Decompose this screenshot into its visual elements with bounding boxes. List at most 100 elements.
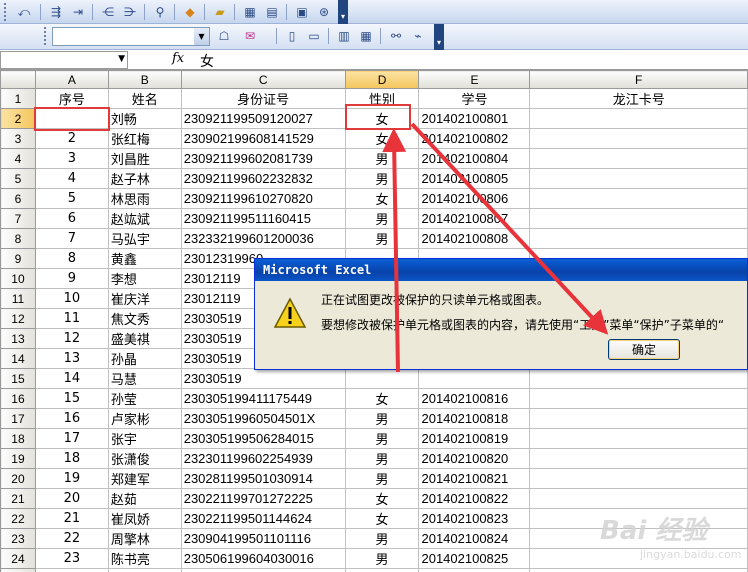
- row-header[interactable]: 19: [0, 448, 36, 469]
- cell-b[interactable]: 张宇: [107, 428, 182, 449]
- row-header[interactable]: 23: [0, 528, 36, 549]
- cell-c[interactable]: 23030519: [180, 368, 346, 389]
- row-header[interactable]: 1: [0, 88, 36, 109]
- row-header[interactable]: 7: [0, 208, 36, 229]
- header-cell[interactable]: 身份证号: [180, 88, 346, 109]
- row-header[interactable]: 14: [0, 348, 36, 369]
- cell-a[interactable]: 10: [34, 288, 109, 309]
- cell-b[interactable]: 孙晶: [107, 348, 182, 369]
- column-header[interactable]: B: [107, 70, 182, 89]
- toolbar-options-icon[interactable]: ▾: [434, 24, 444, 50]
- cell-a[interactable]: 9: [34, 268, 109, 289]
- column-header[interactable]: F: [529, 70, 748, 89]
- cell-a[interactable]: 5: [34, 188, 109, 209]
- cell-a[interactable]: 6: [34, 208, 109, 229]
- row-header[interactable]: 12: [0, 308, 36, 329]
- cell-f[interactable]: [529, 228, 748, 249]
- cell-c[interactable]: 232332199601200036: [180, 228, 346, 249]
- cell-d[interactable]: 男: [344, 448, 420, 469]
- cell-a[interactable]: 23: [34, 548, 109, 569]
- row-header[interactable]: 13: [0, 328, 36, 349]
- row-header[interactable]: 17: [0, 408, 36, 429]
- cell-e[interactable]: 2014021008​01: [418, 108, 531, 129]
- row-header[interactable]: 10: [0, 268, 36, 289]
- row-header[interactable]: 18: [0, 428, 36, 449]
- cell-a[interactable]: 13: [34, 348, 109, 369]
- header-cell[interactable]: 龙江卡号: [529, 88, 748, 109]
- cell-d[interactable]: [344, 368, 420, 389]
- cell-d[interactable]: 女: [344, 188, 420, 209]
- cell-c[interactable]: 230506199604030016: [180, 548, 346, 569]
- cell-b[interactable]: 赵茹: [107, 488, 182, 509]
- cell-a[interactable]: 17: [34, 428, 109, 449]
- trace-precedents-icon[interactable]: ⋲: [98, 2, 118, 22]
- comment-icon[interactable]: ▰: [210, 2, 230, 22]
- chevron-down-icon[interactable]: ▼: [194, 28, 209, 45]
- cell-f[interactable]: [529, 428, 748, 449]
- row-header[interactable]: 25: [0, 568, 36, 572]
- cell-d[interactable]: 男: [344, 428, 420, 449]
- cell-a[interactable]: 15: [34, 388, 109, 409]
- cell-f[interactable]: [529, 148, 748, 169]
- row-header[interactable]: 20: [0, 468, 36, 489]
- cell-e[interactable]: 201402100808: [418, 228, 531, 249]
- cell-f[interactable]: [529, 468, 748, 489]
- evaluate-formula-icon[interactable]: ⊛: [314, 2, 334, 22]
- cell-f[interactable]: [529, 488, 748, 509]
- header-cell[interactable]: 序号: [34, 88, 109, 109]
- row-header[interactable]: 2: [0, 108, 36, 129]
- cell-a[interactable]: 12: [34, 328, 109, 349]
- cell-b[interactable]: 王彬: [107, 568, 182, 572]
- row-header[interactable]: 5: [0, 168, 36, 189]
- toolbar-grip[interactable]: [4, 3, 8, 21]
- table-icon[interactable]: ▦: [356, 26, 376, 46]
- cell-c[interactable]: 230921199602232832: [180, 168, 346, 189]
- cell-f[interactable]: [529, 208, 748, 229]
- cell-d[interactable]: 女: [344, 388, 420, 409]
- row-header[interactable]: 15: [0, 368, 36, 389]
- dialog-title[interactable]: Microsoft Excel: [255, 259, 747, 281]
- column-header[interactable]: C: [180, 70, 346, 89]
- cell-f[interactable]: [529, 188, 748, 209]
- name-box[interactable]: ▼: [0, 51, 128, 69]
- cell-b[interactable]: 张潇俊: [107, 448, 182, 469]
- column-header-active[interactable]: D: [344, 70, 420, 89]
- fx-icon[interactable]: fx: [172, 51, 184, 66]
- cell-a[interactable]: 22: [34, 528, 109, 549]
- cell-d[interactable]: 男: [344, 148, 420, 169]
- cell-a[interactable]: 2: [34, 128, 109, 149]
- cell-c[interactable]: 230305199411175449: [180, 388, 346, 409]
- cell-d[interactable]: 男: [344, 168, 420, 189]
- cell-b[interactable]: 郑建军: [107, 468, 182, 489]
- row-header[interactable]: 8: [0, 228, 36, 249]
- form-icon[interactable]: ▯: [282, 26, 302, 46]
- cell-a[interactable]: 14: [34, 368, 109, 389]
- cell-a[interactable]: 19: [34, 468, 109, 489]
- row-header[interactable]: 24: [0, 548, 36, 569]
- cell-b[interactable]: 张红梅: [107, 128, 182, 149]
- cell-c[interactable]: 230281199501030914: [180, 468, 346, 489]
- cell-b[interactable]: 崔凤娇: [107, 508, 182, 529]
- cell-a[interactable]: 4: [34, 168, 109, 189]
- link-icon[interactable]: ⚯: [386, 26, 406, 46]
- cell-d[interactable]: 男: [344, 528, 420, 549]
- row-header[interactable]: 21: [0, 488, 36, 509]
- cell-e[interactable]: 201402100806: [418, 188, 531, 209]
- cell-b[interactable]: 焦文秀: [107, 308, 182, 329]
- row-header[interactable]: 11: [0, 288, 36, 309]
- toolbar-options-icon[interactable]: ▾: [338, 0, 348, 24]
- row-header[interactable]: 4: [0, 148, 36, 169]
- cell-a[interactable]: 18: [34, 448, 109, 469]
- chevron-down-icon[interactable]: ▼: [118, 54, 125, 64]
- cell-b[interactable]: 崔庆洋: [107, 288, 182, 309]
- cell-c[interactable]: 230305199506284015: [180, 428, 346, 449]
- cell-a[interactable]: 21: [34, 508, 109, 529]
- cell-c[interactable]: 230921199509120027: [180, 108, 346, 129]
- cell-c[interactable]: 230921199511160415: [180, 208, 346, 229]
- cell-b[interactable]: 盛美祺: [107, 328, 182, 349]
- cell-e[interactable]: 201402100822: [418, 488, 531, 509]
- cell-b[interactable]: 赵竑斌: [107, 208, 182, 229]
- cell-e[interactable]: 201402100820: [418, 448, 531, 469]
- cell-c[interactable]: 230904199501101116: [180, 528, 346, 549]
- cell-c[interactable]: 230221199701272225: [180, 488, 346, 509]
